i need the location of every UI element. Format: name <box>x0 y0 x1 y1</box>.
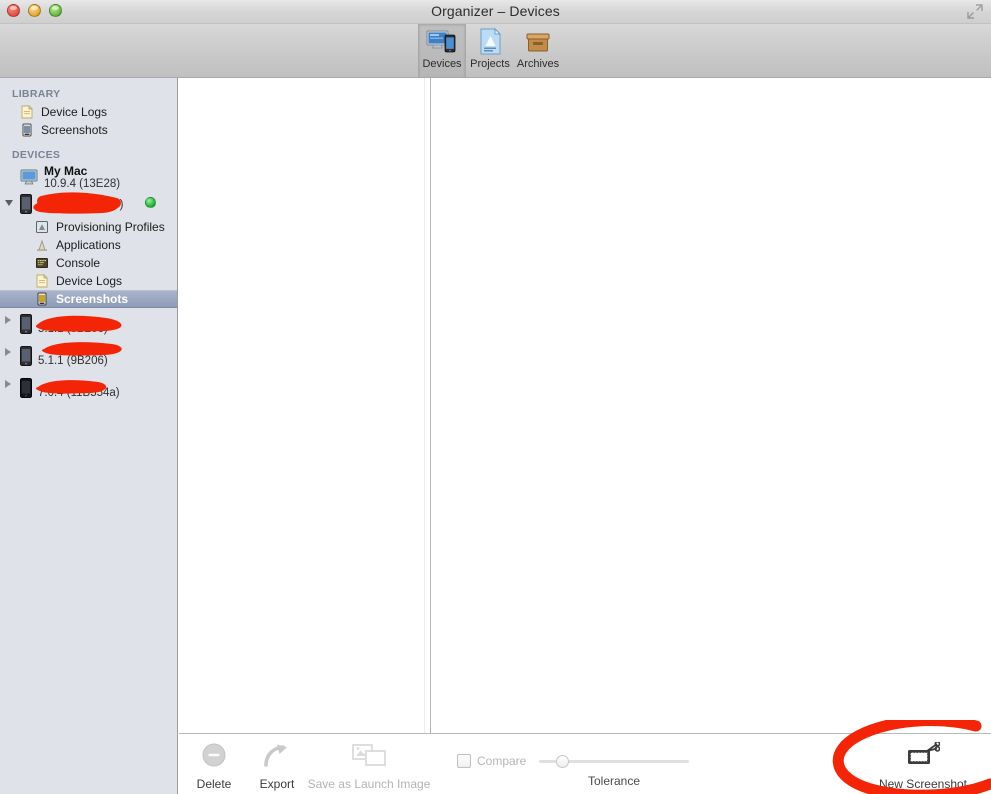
sidebar-device-my-mac[interactable]: My Mac 10.9.4 (13E28) <box>0 164 177 190</box>
tab-projects[interactable]: Projects <box>466 24 514 77</box>
sidebar-item-console[interactable]: Console <box>0 254 177 272</box>
expanded-device-version: 7.1.2) <box>38 198 124 211</box>
compare-control[interactable]: Compare <box>457 754 526 768</box>
sidebar-device-collapsed-1[interactable]: 5.1.1 (9B206) <box>0 308 177 340</box>
sidebar-section-library: LIBRARY <box>12 88 61 100</box>
toolbar-segmented-group: Devices Projects Archives <box>418 24 562 78</box>
new-screenshot-button[interactable]: New Screenshot <box>863 742 983 791</box>
device-screenshot-icon <box>35 292 51 306</box>
device-screenshot-icon <box>20 123 36 137</box>
sidebar-device-expanded[interactable]: 7.1.2) <box>0 190 177 218</box>
disclosure-triangle-closed-icon[interactable] <box>5 380 11 388</box>
fullscreen-icon[interactable] <box>967 4 983 19</box>
sidebar-item-label: Provisioning Profiles <box>56 220 165 234</box>
organizer-window: Organizer – Devices Devices Projects Arc… <box>0 0 991 794</box>
tab-archives-label: Archives <box>516 58 560 70</box>
export-arrow-icon <box>262 742 292 768</box>
disclosure-triangle-closed-icon[interactable] <box>5 348 11 356</box>
tab-devices[interactable]: Devices <box>418 24 466 77</box>
sidebar-item-library-device-logs[interactable]: Device Logs <box>0 103 177 121</box>
collapsed-device-text: 5.1.1 (9B206) <box>38 346 108 367</box>
expanded-device-text: 7.1.2) <box>38 198 123 211</box>
new-screenshot-camera-icon <box>906 742 940 768</box>
sidebar-item-device-logs[interactable]: Device Logs <box>0 272 177 290</box>
sidebar-item-label: Console <box>56 256 101 270</box>
disclosure-triangle-closed-icon[interactable] <box>5 316 11 324</box>
sidebar-item-label: Screenshots <box>56 292 129 306</box>
collapsed-device-text: 7.0.4 (11B554a) <box>38 378 120 399</box>
iphone-icon <box>20 346 32 366</box>
sidebar-item-label: Device Logs <box>56 274 123 288</box>
bottom-toolbar: Delete Export Save as Launch Image Compa… <box>179 734 991 794</box>
tab-devices-label: Devices <box>422 58 462 70</box>
export-label: Export <box>259 777 295 791</box>
imac-icon <box>20 169 38 185</box>
toolbar: Devices Projects Archives <box>0 24 991 78</box>
sidebar-item-screenshots-selected[interactable]: Screenshots <box>0 290 177 308</box>
save-as-launch-image-label: Save as Launch Image <box>307 777 431 791</box>
pane-divider[interactable] <box>430 78 431 733</box>
sidebar-item-label: Screenshots <box>41 123 108 137</box>
document-icon <box>35 273 51 288</box>
content-area <box>179 78 991 733</box>
device-connected-status-indicator <box>145 197 156 208</box>
disclosure-triangle-open-icon[interactable] <box>5 200 13 206</box>
sidebar-section-devices: DEVICES <box>12 149 61 161</box>
save-as-launch-image-button[interactable]: Save as Launch Image <box>307 742 431 791</box>
iphone-icon <box>20 314 32 334</box>
sidebar: LIBRARY Device Logs Screenshots DEVICES … <box>0 78 178 794</box>
my-mac-text: My Mac 10.9.4 (13E28) <box>44 165 120 190</box>
compare-label: Compare <box>477 754 527 768</box>
sidebar-device-collapsed-2[interactable]: 5.1.1 (9B206) <box>0 340 177 372</box>
sidebar-device-collapsed-3[interactable]: 7.0.4 (11B554a) <box>0 372 177 404</box>
console-icon <box>35 256 51 270</box>
sidebar-item-library-screenshots[interactable]: Screenshots <box>0 121 177 139</box>
new-screenshot-label: New Screenshot <box>878 777 968 791</box>
applications-icon <box>35 238 51 252</box>
compare-checkbox[interactable] <box>457 754 471 768</box>
title-bar: Organizer – Devices <box>0 0 991 24</box>
my-mac-name: My Mac <box>44 163 88 178</box>
devices-icon <box>426 27 458 57</box>
tolerance-slider-knob[interactable] <box>556 755 569 768</box>
iphone-icon <box>20 194 32 214</box>
sidebar-item-provisioning-profiles[interactable]: Provisioning Profiles <box>0 218 177 236</box>
launch-image-icon <box>352 742 386 768</box>
archives-icon <box>522 27 554 57</box>
sidebar-item-label: Applications <box>56 238 121 252</box>
tab-projects-label: Projects <box>470 58 510 70</box>
collapsed-device-version: 7.0.4 (11B554a) <box>38 386 120 399</box>
collapsed-device-version: 5.1.1 (9B206) <box>38 354 108 367</box>
my-mac-version: 10.9.4 (13E28) <box>44 177 121 190</box>
iphone-icon-dark <box>20 378 32 398</box>
sidebar-item-applications[interactable]: Applications <box>0 236 177 254</box>
window-title: Organizer – Devices <box>431 3 560 19</box>
pane-divider-secondary <box>424 78 425 733</box>
provisioning-profiles-icon <box>35 220 51 234</box>
sidebar-item-label: Device Logs <box>41 105 108 119</box>
document-icon <box>20 104 36 119</box>
projects-icon <box>474 27 506 57</box>
tolerance-label: Tolerance <box>587 774 641 788</box>
collapsed-device-text: 5.1.1 (9B206) <box>38 314 108 335</box>
tab-archives[interactable]: Archives <box>514 24 562 77</box>
collapsed-device-version: 5.1.1 (9B206) <box>38 322 108 335</box>
